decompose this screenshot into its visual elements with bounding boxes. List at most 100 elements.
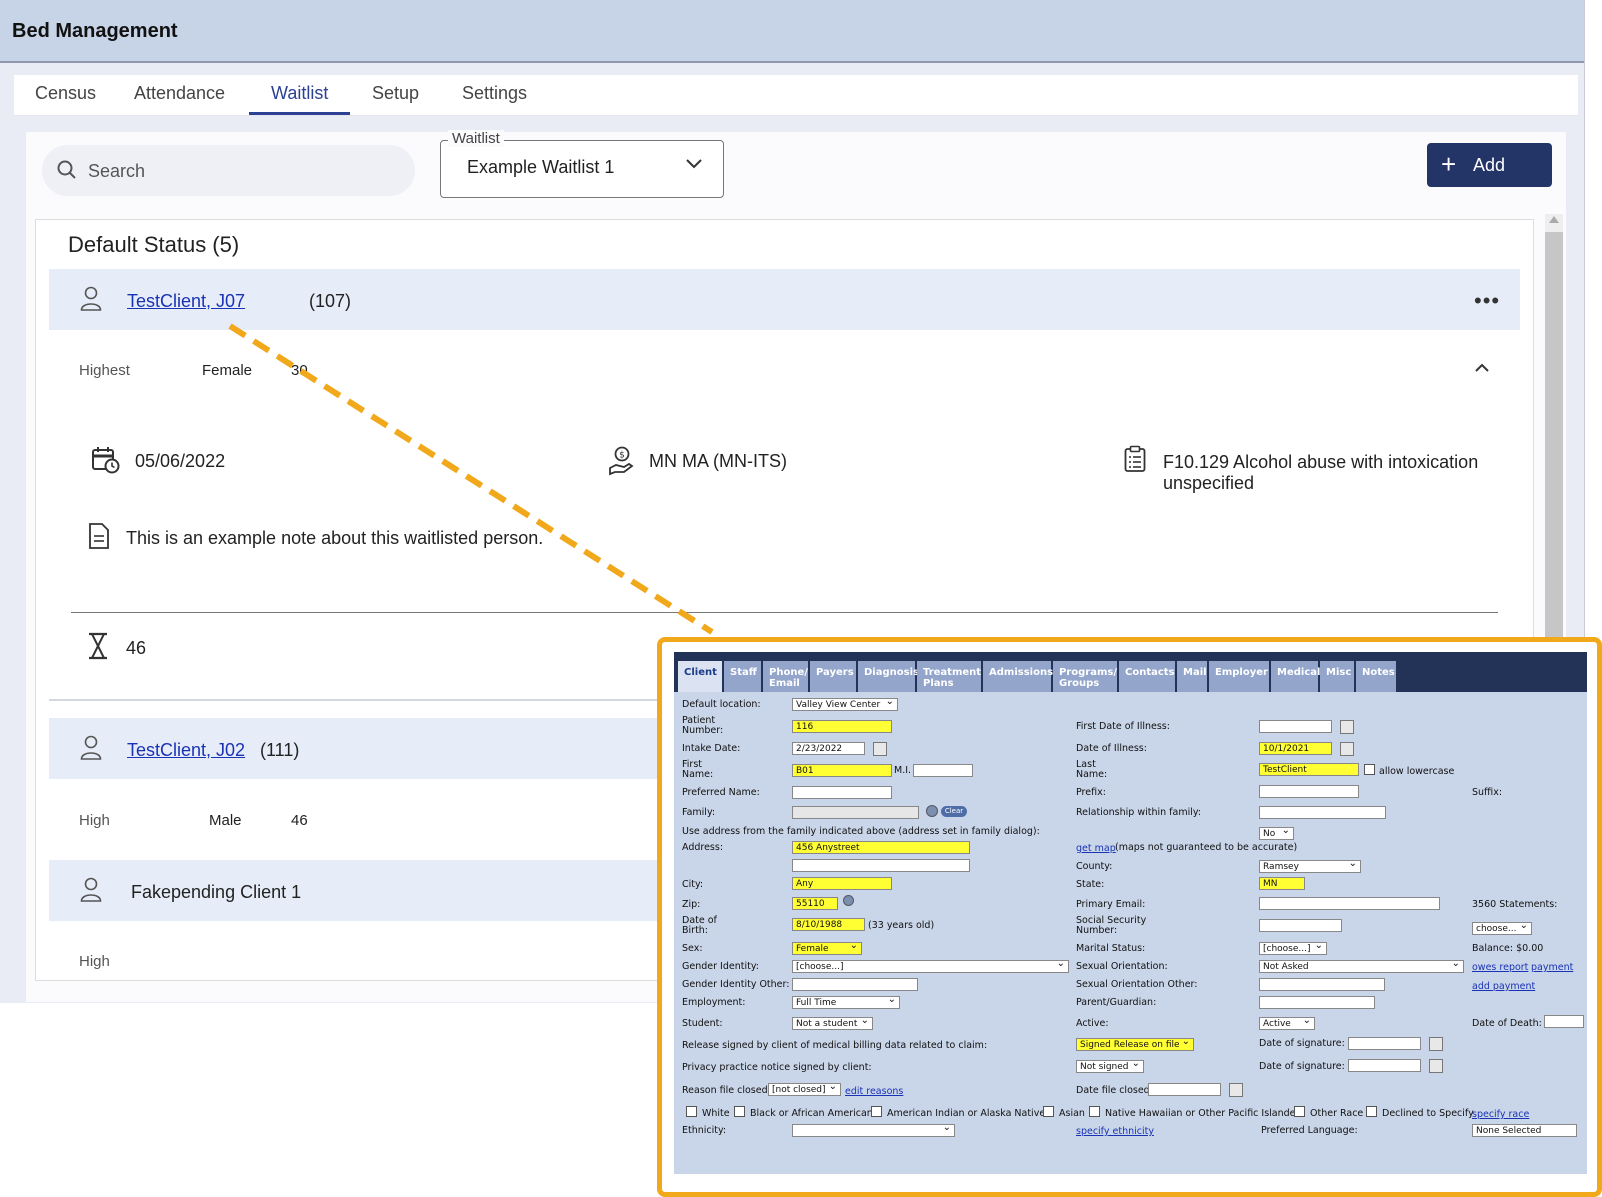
sexual-orientation-other-field[interactable]	[1259, 978, 1385, 991]
race-pacific-islander-checkbox[interactable]	[1089, 1106, 1100, 1117]
first-date-illness-field[interactable]	[1259, 720, 1332, 733]
add-payment-link[interactable]: add payment	[1472, 981, 1535, 992]
calendar-icon[interactable]	[1429, 1037, 1443, 1051]
sex-select[interactable]: Female	[792, 942, 862, 955]
gender-identity-other-label: Gender Identity Other:	[682, 979, 790, 990]
get-map-link[interactable]: get map	[1076, 843, 1116, 854]
primary-email-field[interactable]	[1259, 897, 1440, 910]
relationship-field[interactable]	[1259, 806, 1386, 819]
middle-initial-field[interactable]	[913, 764, 973, 777]
county-select[interactable]: Ramsey	[1259, 860, 1361, 873]
race-asian-checkbox[interactable]	[1043, 1106, 1054, 1117]
sexual-orientation-select[interactable]: Not Asked	[1259, 960, 1464, 973]
use-address-select[interactable]: No	[1259, 827, 1294, 840]
last-name-field[interactable]: TestClient	[1259, 763, 1359, 776]
privacy-date-signature-field[interactable]	[1348, 1059, 1421, 1072]
city-field[interactable]: Any	[792, 877, 892, 890]
balance: Balance: $0.00	[1472, 943, 1544, 954]
employment-select[interactable]: Full Time	[792, 996, 900, 1009]
intake-date-field[interactable]: 2/23/2022	[792, 742, 865, 755]
ssn-label: Social Security Number:	[1076, 915, 1147, 936]
race-white-label: White	[702, 1108, 730, 1119]
ssn-field[interactable]	[1259, 919, 1342, 932]
gender-identity-select[interactable]: [choose...]	[792, 960, 1069, 973]
form-tab-treatment-plans[interactable]: Treatment Plans	[917, 661, 981, 692]
form-tab-admissions[interactable]: Admissions	[983, 661, 1053, 692]
client-form: Client Staff Phone/ Email Payers Diagnos…	[674, 652, 1587, 1174]
zip-field[interactable]: 55110	[792, 897, 838, 910]
patient-number-field[interactable]: 116	[792, 720, 892, 733]
privacy-notice-select[interactable]: Not signed	[1076, 1060, 1144, 1073]
primary-email-label: Primary Email:	[1076, 899, 1146, 910]
preferred-name-field[interactable]	[792, 786, 892, 799]
edit-reasons-link[interactable]: edit reasons	[845, 1086, 903, 1097]
client-form-tabs: Client Staff Phone/ Email Payers Diagnos…	[674, 652, 1587, 692]
default-location-select[interactable]: Valley View Center	[792, 698, 898, 711]
gender-identity-other-field[interactable]	[792, 978, 918, 991]
specify-race-link[interactable]: specify race	[1472, 1109, 1529, 1120]
dob-label: Date of Birth:	[682, 915, 717, 936]
race-other-checkbox[interactable]	[1294, 1106, 1305, 1117]
calendar-icon[interactable]	[1340, 742, 1354, 756]
form-tab-programs-groups[interactable]: Programs/ Groups	[1053, 661, 1117, 692]
state-field[interactable]: MN	[1259, 877, 1305, 890]
owes-report-link[interactable]: owes report	[1472, 962, 1528, 973]
preferred-language-select[interactable]: None Selected	[1472, 1124, 1577, 1137]
specify-ethnicity-link[interactable]: specify ethnicity	[1076, 1126, 1154, 1137]
calendar-icon[interactable]	[873, 742, 887, 756]
race-white-checkbox[interactable]	[686, 1106, 697, 1117]
form-tab-misc[interactable]: Misc	[1320, 661, 1354, 692]
allow-lowercase-checkbox[interactable]	[1364, 764, 1375, 775]
form-tab-staff[interactable]: Staff	[724, 661, 761, 692]
race-black-checkbox[interactable]	[734, 1106, 745, 1117]
form-tab-payers[interactable]: Payers	[810, 661, 856, 692]
payment-link[interactable]: payment	[1531, 962, 1573, 973]
address-line-2-field[interactable]	[792, 859, 970, 872]
ethnicity-select[interactable]	[792, 1124, 955, 1137]
last-name-label: Last Name:	[1076, 759, 1108, 780]
active-select[interactable]: Active	[1259, 1017, 1315, 1030]
reason-closed-select[interactable]: [not closed]	[768, 1083, 841, 1096]
calendar-icon[interactable]	[1229, 1083, 1243, 1097]
release-date-signature-field[interactable]	[1348, 1037, 1421, 1050]
release-signed-label: Release signed by client of medical bill…	[682, 1040, 988, 1051]
preferred-name-label: Preferred Name:	[682, 787, 760, 798]
address-field[interactable]: 456 Anystreet	[792, 841, 970, 854]
marital-status-select[interactable]: [choose...]	[1259, 942, 1327, 955]
suffix-label: Suffix:	[1472, 787, 1503, 798]
clear-family-button[interactable]: Clear	[941, 806, 967, 817]
calendar-icon[interactable]	[1340, 720, 1354, 734]
form-tab-notes[interactable]: Notes	[1356, 661, 1396, 692]
race-american-indian-checkbox[interactable]	[871, 1106, 882, 1117]
student-select[interactable]: Not a student	[792, 1017, 873, 1030]
form-tab-client[interactable]: Client	[678, 661, 722, 692]
date-illness-field[interactable]: 10/1/2021	[1259, 742, 1332, 755]
form-tab-mail[interactable]: Mail	[1177, 661, 1207, 692]
prefix-field[interactable]	[1259, 785, 1359, 798]
statements-select[interactable]: choose...	[1472, 922, 1532, 935]
parent-guardian-field[interactable]	[1259, 996, 1375, 1009]
dob-field[interactable]: 8/10/1988	[792, 918, 865, 931]
sex-label: Sex:	[682, 943, 703, 954]
middle-initial-label: M.I.	[894, 765, 912, 776]
release-signed-select[interactable]: Signed Release on file	[1076, 1038, 1194, 1051]
active-label: Active:	[1076, 1018, 1109, 1029]
date-file-closed-field[interactable]	[1148, 1083, 1221, 1096]
county-label: County:	[1076, 861, 1113, 872]
form-tab-phone-email[interactable]: Phone/ Email	[763, 661, 808, 692]
calendar-icon[interactable]	[1429, 1059, 1443, 1073]
race-declined-checkbox[interactable]	[1366, 1106, 1377, 1117]
first-name-field[interactable]: B01	[792, 764, 892, 777]
form-tab-medical[interactable]: Medical	[1271, 661, 1320, 692]
form-tab-contacts[interactable]: Contacts	[1119, 661, 1175, 692]
form-tab-diagnosis[interactable]: Diagnosis	[858, 661, 919, 692]
allow-lowercase-label: allow lowercase	[1379, 766, 1455, 777]
privacy-notice-label: Privacy practice notice signed by client…	[682, 1062, 872, 1073]
form-tab-employer[interactable]: Employer	[1209, 661, 1269, 692]
date-of-death-field[interactable]	[1544, 1015, 1584, 1028]
race-pacific-islander-label: Native Hawaiian or Other Pacific Islande…	[1105, 1108, 1300, 1119]
family-field[interactable]	[792, 806, 919, 819]
minus-circle-icon[interactable]	[926, 805, 938, 817]
zip-lookup-icon[interactable]	[843, 895, 854, 906]
map-note: (maps not guaranteed to be accurate)	[1115, 842, 1298, 853]
